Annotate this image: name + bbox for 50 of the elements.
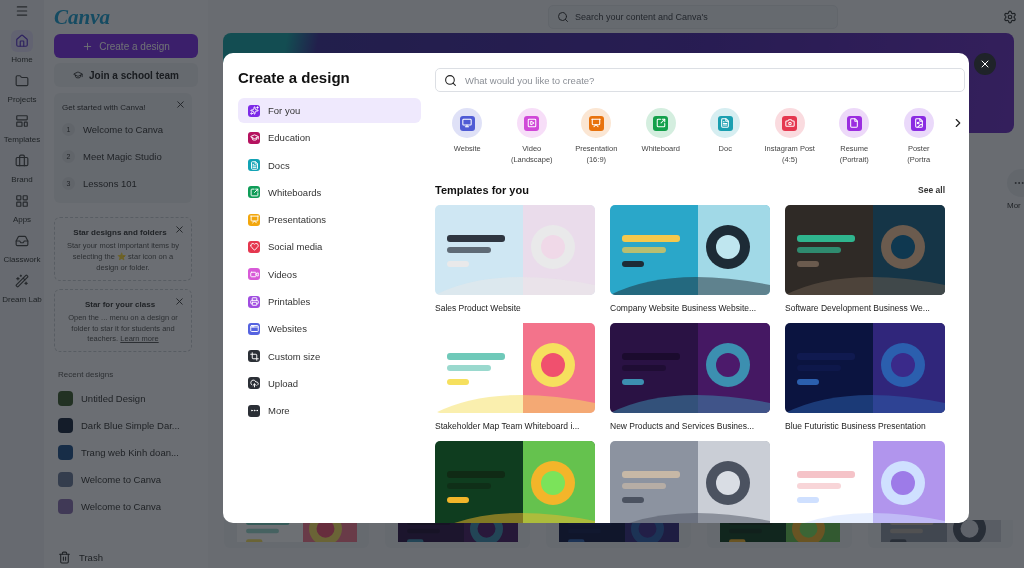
design-thumbnail [58,391,73,407]
category-item[interactable]: Presentations [238,207,421,233]
menu-icon[interactable] [15,4,29,18]
templates-icon [15,114,29,128]
design-thumbnail [58,445,73,461]
category-item[interactable]: More [238,398,421,424]
wand-icon [15,274,29,288]
home-icon [15,34,29,48]
category-item[interactable]: Websites [238,316,421,342]
close-icon[interactable] [175,99,186,110]
search-input[interactable]: What would you like to create? [463,73,956,87]
search-icon [444,73,457,87]
design-thumbnail [58,418,73,434]
briefcase-icon [15,154,29,168]
shortcut-label: Mor [1007,201,1021,210]
template-title[interactable]: Stakeholder Map Team Whiteboard i... [435,420,595,431]
apps-icon [15,194,29,208]
graduation-cap-icon [73,70,83,80]
folder-icon [15,74,29,88]
inbox-icon [15,234,29,248]
template-title[interactable]: Company Website Business Website... [610,302,770,313]
card-title: Star designs and folders [72,227,168,239]
template-title[interactable]: Software Development Business We... [785,302,945,313]
trash-icon [58,551,71,564]
category-item[interactable]: Videos [238,261,421,287]
design-thumbnail [58,499,73,515]
dialog-title: Create a design [238,69,351,86]
template-title[interactable]: Blue Futuristic Business Presentation [785,420,945,431]
see-all-link[interactable]: See all [918,184,945,195]
card-title: Get started with Canva! [62,102,147,114]
category-item[interactable]: Whiteboards [238,179,421,205]
plus-icon [82,40,94,52]
search-icon [557,10,569,23]
search-field[interactable]: What would you like to create? [435,68,965,92]
close-icon[interactable] [174,295,185,307]
category-item[interactable]: Custom size [238,343,421,369]
template-title[interactable]: Sales Product Website [435,302,595,313]
category-item[interactable]: Docs [238,152,421,178]
card-title: Star for your class [83,298,157,311]
design-thumbnail [58,472,73,488]
close-icon[interactable] [174,224,185,235]
category-item[interactable]: For you [238,98,421,123]
settings-icon[interactable] [1003,9,1017,24]
category-item[interactable]: Education [238,125,421,151]
category-item[interactable]: Upload [238,370,421,396]
template-title[interactable]: New Products and Services Busines... [610,420,770,431]
section-title: Templates for you [435,183,529,196]
category-item[interactable]: Printables [238,289,421,315]
close-icon [979,58,991,70]
category-item[interactable]: Social media [238,234,421,260]
